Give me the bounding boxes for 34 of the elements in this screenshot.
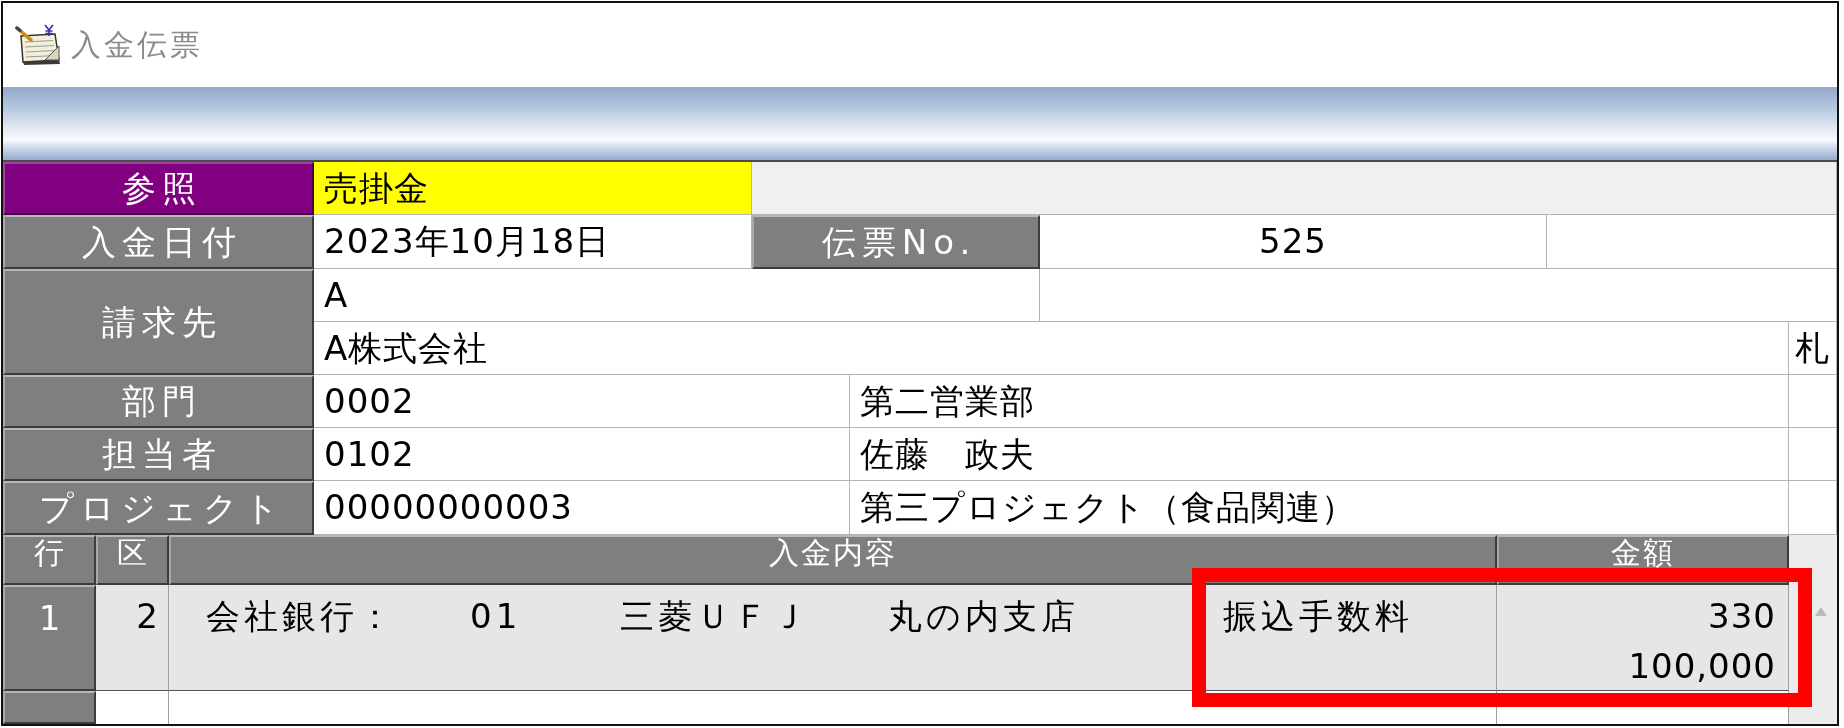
item-name: 振込手数料 <box>1223 595 1413 638</box>
name-field: 第三プロジェクト（食品関連） <box>850 481 1789 535</box>
row-number-cell[interactable]: 1 <box>3 585 96 691</box>
column-header: 区 <box>96 535 169 585</box>
reference-field[interactable]: 売掛金 <box>314 162 752 215</box>
amount-value: 330 <box>1708 595 1776 638</box>
code-field[interactable]: 00000000003 <box>314 481 850 535</box>
code-field[interactable]: 0102 <box>314 428 850 481</box>
date-label: 入金日付 <box>3 215 314 269</box>
date-field[interactable]: 2023年10月18日 <box>314 215 752 269</box>
name-field: 佐藤 政夫 <box>850 428 1789 481</box>
column-header: 入金内容 <box>169 535 1497 585</box>
customer-code-field[interactable]: A <box>314 269 1040 322</box>
row-label: 部門 <box>3 375 314 428</box>
row-number-cell[interactable] <box>3 691 96 724</box>
notepad-icon <box>15 24 63 66</box>
row-label: 担当者 <box>3 428 314 481</box>
column-header: 行 <box>3 535 96 585</box>
slip-number-label: 伝票No. <box>752 215 1040 269</box>
row-label: プロジェクト <box>3 481 314 535</box>
code-field[interactable]: 0002 <box>314 375 850 428</box>
category-cell: 2 <box>96 585 169 691</box>
name-field: 第二営業部 <box>850 375 1789 428</box>
text-cell: 札 <box>1789 322 1837 375</box>
customer-label: 請求先 <box>3 269 314 375</box>
amount-value: 100,000 <box>1628 645 1776 688</box>
bank-code: 01 <box>470 595 523 638</box>
branch-name: 丸の内支店 <box>888 595 1080 638</box>
bank-label: 会社銀行： <box>206 595 397 638</box>
window-title: 入金伝票 <box>71 27 203 63</box>
bank-name: 三菱ＵＦＪ <box>620 595 811 638</box>
slip-number-field[interactable]: 525 <box>1040 215 1547 269</box>
reference-label: 参照 <box>3 162 314 215</box>
customer-name-field[interactable]: A株式会社 <box>314 322 1789 375</box>
